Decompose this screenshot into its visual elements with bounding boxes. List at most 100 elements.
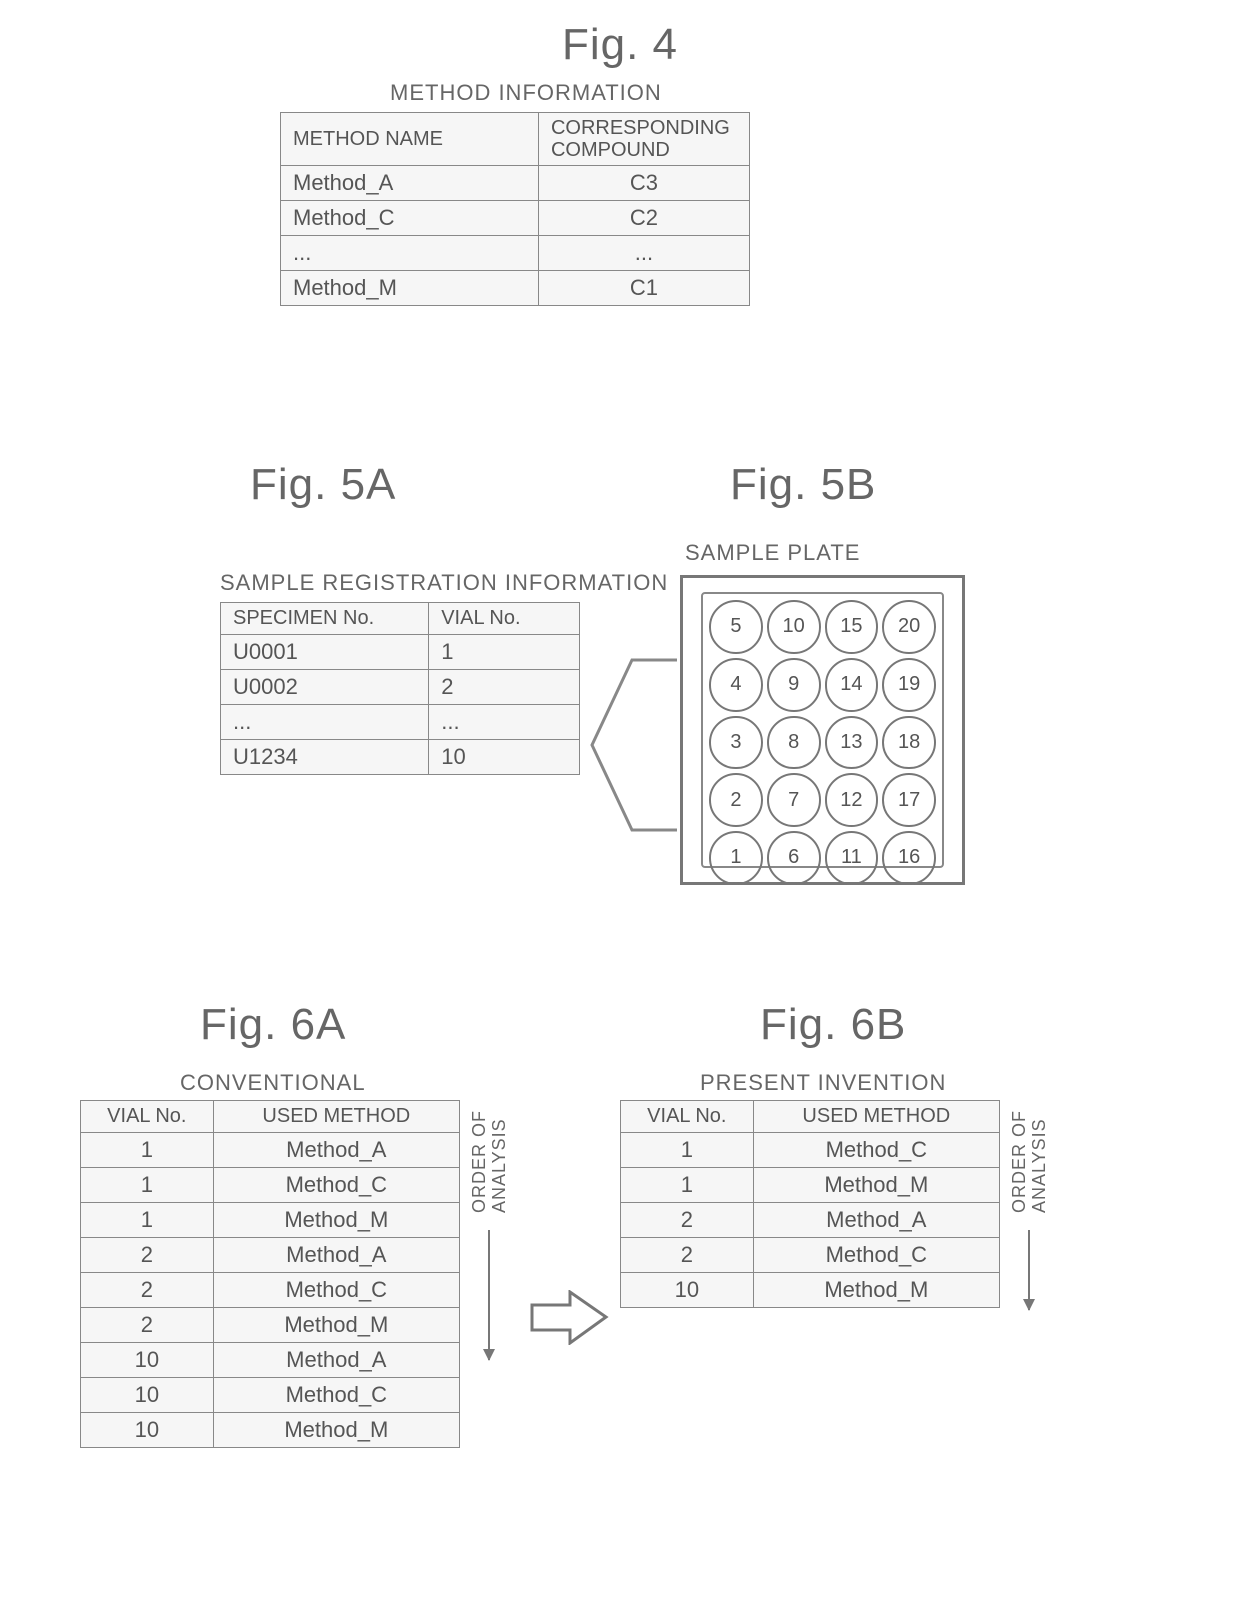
cell: 10 bbox=[429, 740, 580, 775]
table-row: Method_AC3 bbox=[281, 166, 750, 201]
table-row: 2Method_C bbox=[81, 1273, 460, 1308]
table-header-row: METHOD NAME CORRESPONDING COMPOUND bbox=[281, 113, 750, 166]
cell: Method_A bbox=[213, 1133, 459, 1168]
vial-5: 5 bbox=[709, 600, 763, 654]
arrow-right-icon bbox=[530, 1290, 610, 1345]
cell: 2 bbox=[81, 1238, 214, 1273]
order-of-analysis-label-6b: ORDER OF ANALYSIS bbox=[1010, 1110, 1050, 1213]
cell: Method_C bbox=[213, 1273, 459, 1308]
col-specimen: SPECIMEN No. bbox=[221, 603, 429, 635]
cell: 1 bbox=[81, 1133, 214, 1168]
table-header-row: SPECIMEN No. VIAL No. bbox=[221, 603, 580, 635]
table-header-row: VIAL No. USED METHOD bbox=[81, 1101, 460, 1133]
cell: ... bbox=[429, 705, 580, 740]
cell: C2 bbox=[538, 201, 749, 236]
fig4-caption: METHOD INFORMATION bbox=[280, 80, 750, 106]
cell: 1 bbox=[81, 1203, 214, 1238]
present-invention-table: VIAL No. USED METHOD 1Method_C 1Method_M… bbox=[620, 1100, 1000, 1308]
table-row: 10Method_A bbox=[81, 1343, 460, 1378]
table-row: Method_MC1 bbox=[281, 271, 750, 306]
vial-3: 3 bbox=[709, 716, 763, 770]
fig6b-title: Fig. 6B bbox=[760, 1000, 906, 1050]
vial-10: 10 bbox=[767, 600, 821, 654]
table-row: 1Method_C bbox=[81, 1168, 460, 1203]
table-row: 2Method_C bbox=[621, 1238, 1000, 1273]
table-row: U123410 bbox=[221, 740, 580, 775]
connector-bracket-icon bbox=[582, 640, 677, 850]
cell: 1 bbox=[429, 635, 580, 670]
cell: ... bbox=[538, 236, 749, 271]
table-row: U00011 bbox=[221, 635, 580, 670]
vial-2: 2 bbox=[709, 773, 763, 827]
cell: 2 bbox=[621, 1238, 754, 1273]
table-row: 10Method_C bbox=[81, 1378, 460, 1413]
vial-4: 4 bbox=[709, 658, 763, 712]
cell: ... bbox=[281, 236, 539, 271]
cell: Method_M bbox=[753, 1168, 999, 1203]
fig5b-title: Fig. 5B bbox=[730, 460, 876, 510]
sample-plate: 5 10 15 20 4 9 14 19 3 8 13 18 2 7 12 17… bbox=[680, 575, 965, 885]
cell: 1 bbox=[81, 1168, 214, 1203]
cell: U0001 bbox=[221, 635, 429, 670]
cell: 10 bbox=[621, 1273, 754, 1308]
table-row: 10Method_M bbox=[81, 1413, 460, 1448]
vial-11: 11 bbox=[825, 831, 879, 885]
cell: 2 bbox=[81, 1273, 214, 1308]
fig6b-caption: PRESENT INVENTION bbox=[700, 1070, 946, 1096]
plate-grid: 5 10 15 20 4 9 14 19 3 8 13 18 2 7 12 17… bbox=[701, 592, 944, 868]
cell: Method_M bbox=[213, 1203, 459, 1238]
fig6b-section: VIAL No. USED METHOD 1Method_C 1Method_M… bbox=[620, 1100, 1000, 1308]
table-header-row: VIAL No. USED METHOD bbox=[621, 1101, 1000, 1133]
table-row: U00022 bbox=[221, 670, 580, 705]
vial-8: 8 bbox=[767, 716, 821, 770]
cell: 10 bbox=[81, 1343, 214, 1378]
cell: Method_C bbox=[753, 1238, 999, 1273]
vial-1: 1 bbox=[709, 831, 763, 885]
table-row: ...... bbox=[281, 236, 750, 271]
cell: U1234 bbox=[221, 740, 429, 775]
cell: Method_A bbox=[281, 166, 539, 201]
col-method: USED METHOD bbox=[213, 1101, 459, 1133]
table-row: Method_CC2 bbox=[281, 201, 750, 236]
cell: 10 bbox=[81, 1413, 214, 1448]
fig4-section: METHOD INFORMATION METHOD NAME CORRESPON… bbox=[280, 80, 750, 306]
vial-19: 19 bbox=[882, 658, 936, 712]
method-info-table: METHOD NAME CORRESPONDING COMPOUND Metho… bbox=[280, 112, 750, 306]
cell: Method_A bbox=[753, 1203, 999, 1238]
table-row: ...... bbox=[221, 705, 580, 740]
sample-registration-table: SPECIMEN No. VIAL No. U00011 U00022 ....… bbox=[220, 602, 580, 775]
cell: ... bbox=[221, 705, 429, 740]
vial-14: 14 bbox=[825, 658, 879, 712]
table-row: 2Method_A bbox=[81, 1238, 460, 1273]
cell: 2 bbox=[621, 1203, 754, 1238]
table-row: 2Method_M bbox=[81, 1308, 460, 1343]
table-row: 2Method_A bbox=[621, 1203, 1000, 1238]
conventional-table: VIAL No. USED METHOD 1Method_A 1Method_C… bbox=[80, 1100, 460, 1448]
cell: Method_C bbox=[213, 1378, 459, 1413]
fig4-title: Fig. 4 bbox=[0, 20, 1240, 70]
order-of-analysis-label-6a: ORDER OF ANALYSIS bbox=[470, 1110, 510, 1213]
cell: Method_M bbox=[213, 1413, 459, 1448]
cell: 1 bbox=[621, 1168, 754, 1203]
col-method: USED METHOD bbox=[753, 1101, 999, 1133]
fig5a-title: Fig. 5A bbox=[250, 460, 396, 510]
vial-13: 13 bbox=[825, 716, 879, 770]
fig6a-title: Fig. 6A bbox=[200, 1000, 346, 1050]
col-compound: CORRESPONDING COMPOUND bbox=[538, 113, 749, 166]
fig6a-caption: CONVENTIONAL bbox=[180, 1070, 366, 1096]
vial-16: 16 bbox=[882, 831, 936, 885]
cell: 10 bbox=[81, 1378, 214, 1413]
fig6a-section: VIAL No. USED METHOD 1Method_A 1Method_C… bbox=[80, 1100, 460, 1448]
table-row: 10Method_M bbox=[621, 1273, 1000, 1308]
vial-12: 12 bbox=[825, 773, 879, 827]
cell: Method_C bbox=[281, 201, 539, 236]
cell: Method_M bbox=[281, 271, 539, 306]
cell: 2 bbox=[81, 1308, 214, 1343]
fig5a-caption: SAMPLE REGISTRATION INFORMATION bbox=[220, 570, 668, 596]
table-row: 1Method_C bbox=[621, 1133, 1000, 1168]
col-method-name: METHOD NAME bbox=[281, 113, 539, 166]
arrow-down-icon bbox=[488, 1230, 490, 1360]
cell: 1 bbox=[621, 1133, 754, 1168]
col-vial: VIAL No. bbox=[429, 603, 580, 635]
vial-18: 18 bbox=[882, 716, 936, 770]
